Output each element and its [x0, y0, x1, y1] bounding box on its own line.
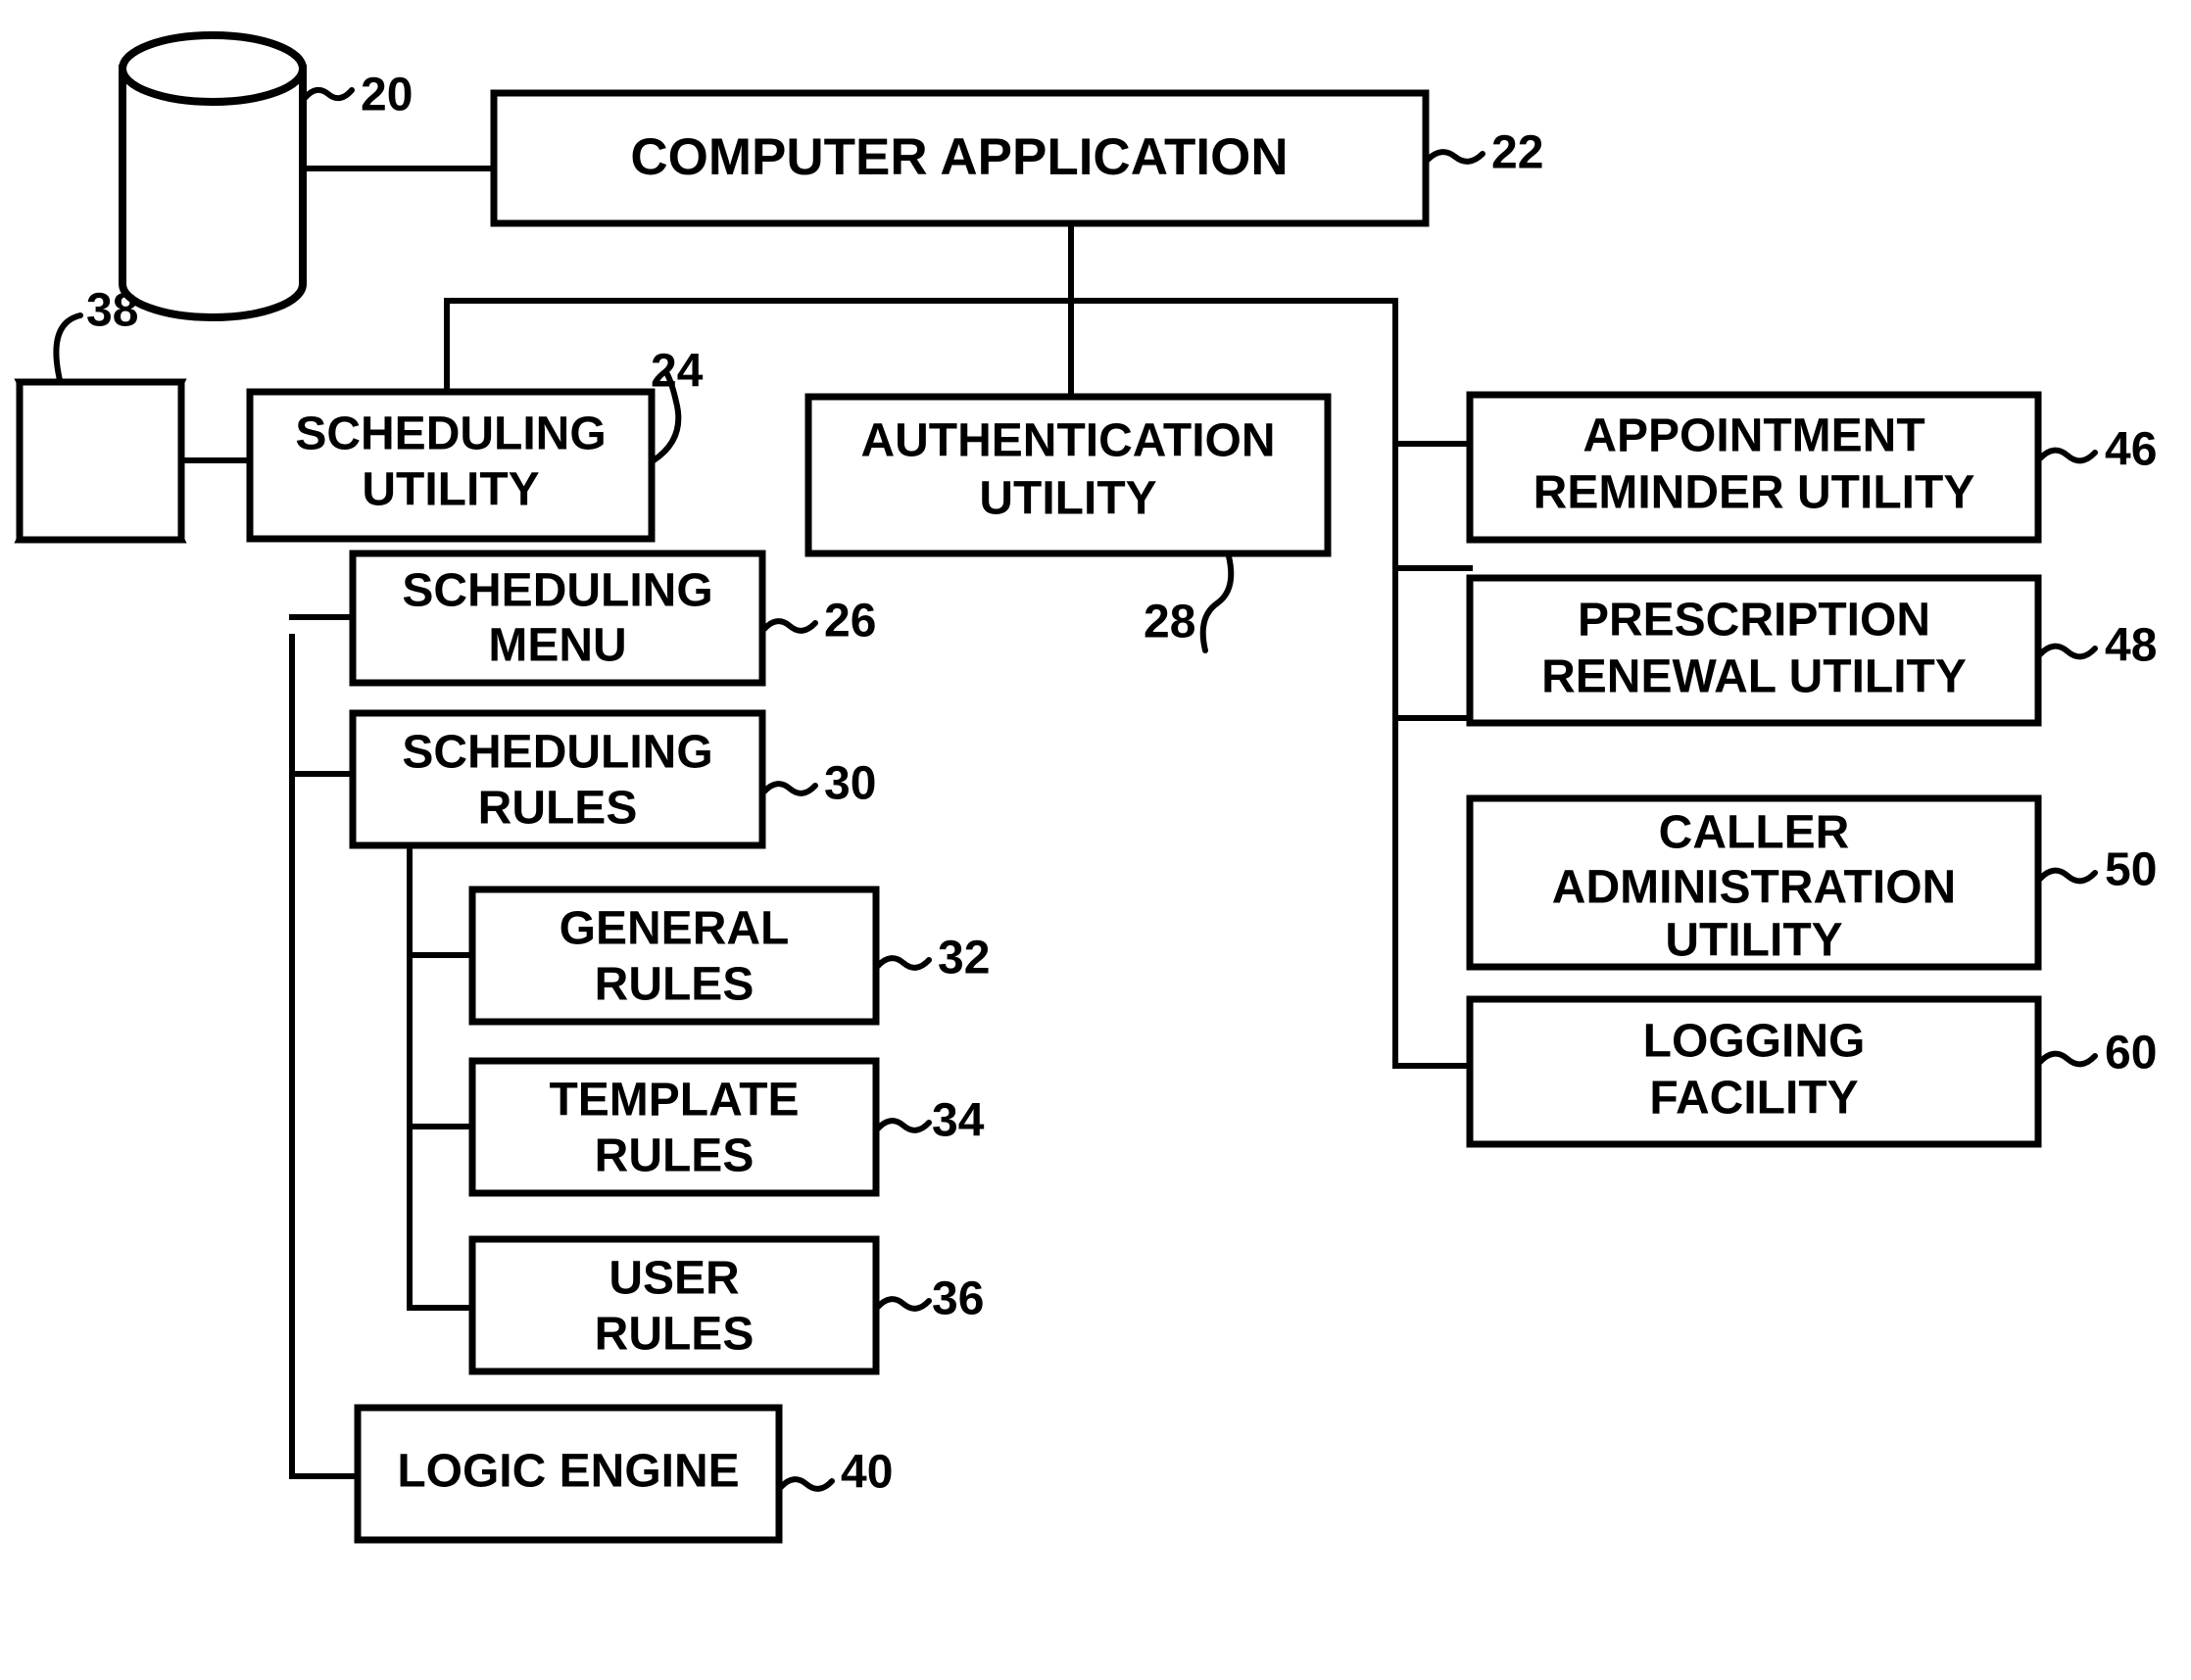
- appointment-reminder-utility-label-line2: REMINDER UTILITY: [1534, 467, 1975, 519]
- logging-facility-label-line1: LOGGING: [1643, 1016, 1866, 1068]
- ref-num-48: 48: [2105, 620, 2157, 672]
- leader-line-22: [1425, 149, 1485, 165]
- ref-num-28: 28: [1144, 597, 1195, 648]
- ref-num-60: 60: [2105, 1028, 2157, 1080]
- caller-administration-utility-label-line3: UTILITY: [1665, 915, 1842, 967]
- scheduling-menu-label-line1: SCHEDULING: [402, 565, 712, 617]
- ref-num-34: 34: [932, 1095, 985, 1147]
- node-appointment-reminder-utility: APPOINTMENT REMINDER UTILITY 46: [1466, 391, 2157, 544]
- scheduling-utility-label-line1: SCHEDULING: [295, 408, 606, 460]
- cylinder-top-ellipse: [119, 31, 307, 106]
- ref-num-36: 36: [932, 1273, 984, 1325]
- leader-line-36: [875, 1296, 932, 1312]
- ref-num-20: 20: [361, 70, 413, 121]
- node-scheduling-rules: SCHEDULING RULES 30: [349, 709, 876, 849]
- logic-engine-label: LOGIC ENGINE: [397, 1446, 739, 1498]
- template-rules-label-line1: TEMPLATE: [549, 1075, 799, 1127]
- leader-line-48: [2037, 643, 2098, 660]
- node-caller-administration-utility: CALLER ADMINISTRATION UTILITY 50: [1466, 794, 2157, 971]
- ref-num-38: 38: [86, 285, 138, 337]
- leader-line-32: [875, 955, 932, 971]
- node-prescription-renewal-utility: PRESCRIPTION RENEWAL UTILITY 48: [1466, 574, 2157, 727]
- template-rules-label-line2: RULES: [595, 1130, 755, 1182]
- general-rules-label-line1: GENERAL: [560, 903, 790, 955]
- ref-num-30: 30: [824, 758, 876, 810]
- ref-num-32: 32: [938, 933, 990, 984]
- scheduling-rules-label-line2: RULES: [478, 783, 638, 835]
- ref-num-50: 50: [2105, 844, 2157, 896]
- leader-line-38: [53, 312, 83, 383]
- ref-num-46: 46: [2105, 424, 2157, 476]
- node-user-rules: USER RULES 36: [468, 1235, 984, 1375]
- prescription-renewal-utility-label-line1: PRESCRIPTION: [1578, 595, 1930, 647]
- ref-num-24: 24: [651, 346, 704, 398]
- user-rules-label-line2: RULES: [595, 1309, 755, 1361]
- node-authentication-utility: AUTHENTICATION UTILITY 28: [804, 393, 1332, 653]
- caller-administration-utility-label-line2: ADMINISTRATION: [1552, 862, 1956, 914]
- leader-line-50: [2037, 867, 2098, 885]
- leader-line-20: [302, 86, 355, 102]
- node-scheduling-menu: SCHEDULING MENU 26: [349, 550, 876, 687]
- cylinder-body: [119, 65, 307, 321]
- appointment-reminder-utility-label-line1: APPOINTMENT: [1582, 410, 1924, 462]
- authentication-utility-label-line1: AUTHENTICATION: [860, 415, 1275, 467]
- node-general-rules: GENERAL RULES 32: [468, 886, 990, 1026]
- node-computer-application: COMPUTER APPLICATION 22: [490, 89, 1543, 227]
- computer-application-label: COMPUTER APPLICATION: [630, 128, 1288, 186]
- scheduling-menu-label-line2: MENU: [488, 620, 626, 672]
- telephone-frame: [16, 378, 185, 544]
- leader-line-26: [761, 618, 818, 634]
- diagram-canvas: 20 COMPUTER APPLICATION 22 38 SCHEDULING…: [0, 0, 2191, 1680]
- logging-facility-label-line2: FACILITY: [1649, 1073, 1858, 1125]
- node-telephone: 38: [14, 285, 187, 544]
- patent-block-diagram: 20 COMPUTER APPLICATION 22 38 SCHEDULING…: [14, 31, 2157, 1544]
- scheduling-rules-label-line1: SCHEDULING: [402, 727, 712, 779]
- caller-administration-utility-label-line1: CALLER: [1659, 807, 1850, 859]
- leader-line-40: [778, 1476, 835, 1492]
- authentication-utility-label-line2: UTILITY: [979, 473, 1156, 525]
- ref-num-22: 22: [1491, 127, 1543, 179]
- general-rules-label-line2: RULES: [595, 959, 755, 1011]
- leader-line-46: [2037, 447, 2098, 464]
- leader-line-30: [761, 781, 818, 796]
- node-logging-facility: LOGGING FACILITY 60: [1466, 995, 2157, 1148]
- user-rules-label-line1: USER: [609, 1253, 739, 1305]
- leader-line-28: [1199, 553, 1235, 653]
- leader-line-60: [2037, 1050, 2098, 1068]
- leader-line-34: [875, 1118, 932, 1133]
- node-template-rules: TEMPLATE RULES 34: [468, 1057, 985, 1197]
- scheduling-utility-label-line2: UTILITY: [362, 464, 539, 516]
- node-scheduling-utility: SCHEDULING UTILITY 24: [246, 346, 704, 543]
- prescription-renewal-utility-label-line2: RENEWAL UTILITY: [1541, 651, 1967, 703]
- database-cylinder: 20: [119, 31, 413, 321]
- ref-num-26: 26: [824, 596, 876, 648]
- ref-num-40: 40: [841, 1447, 893, 1499]
- node-logic-engine: LOGIC ENGINE 40: [354, 1404, 893, 1544]
